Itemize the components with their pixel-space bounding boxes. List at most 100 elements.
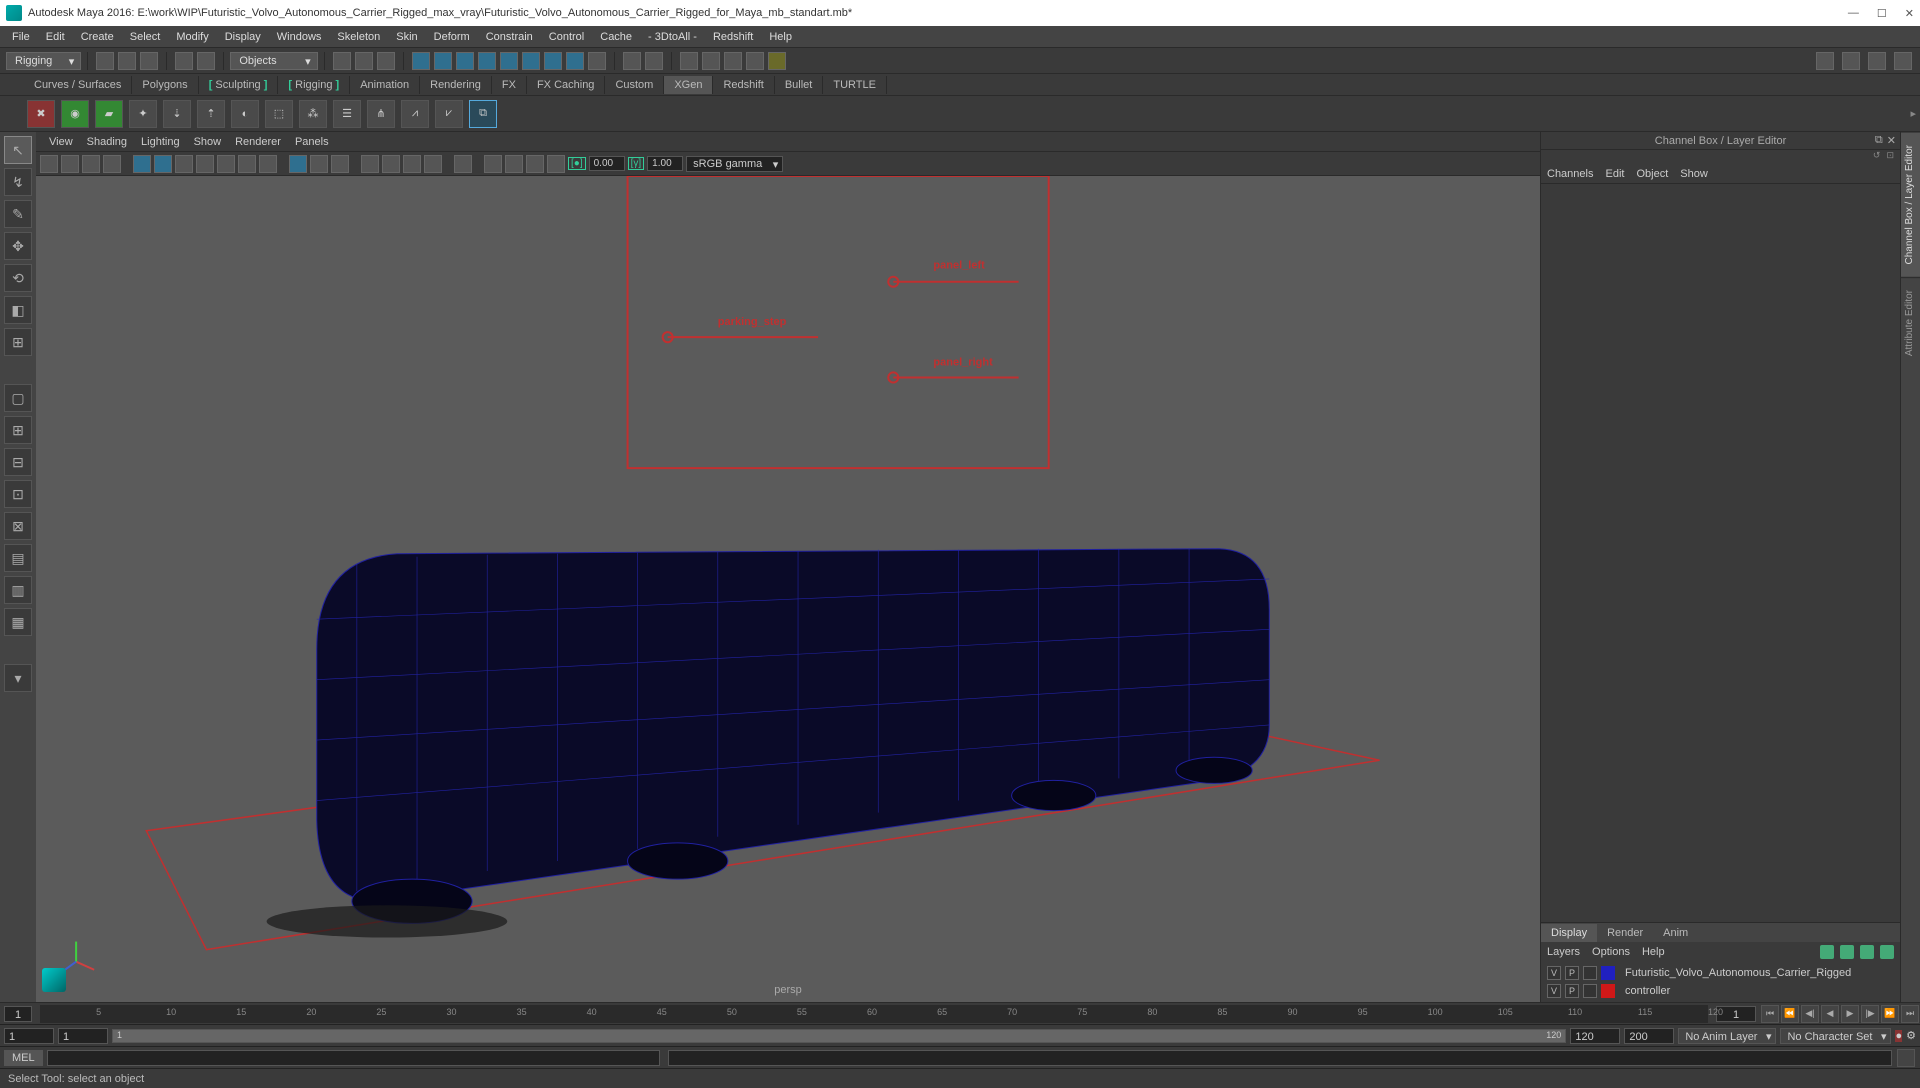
- snap-plane-icon[interactable]: [478, 52, 496, 70]
- shelf-icon[interactable]: ⬚: [265, 100, 293, 128]
- shelf-tab-bullet[interactable]: Bullet: [775, 76, 824, 94]
- vp-icon[interactable]: [61, 155, 79, 173]
- menu-select[interactable]: Select: [122, 31, 169, 43]
- layer-menu-help[interactable]: Help: [1642, 946, 1665, 958]
- move-tool[interactable]: ✥: [4, 232, 32, 260]
- layer-type-toggle[interactable]: P: [1565, 984, 1579, 998]
- maximize-button[interactable]: ☐: [1877, 7, 1887, 20]
- shelf-tab-redshift[interactable]: Redshift: [713, 76, 774, 94]
- layer-button-icon[interactable]: [1880, 945, 1894, 959]
- channel-menu-channels[interactable]: Channels: [1547, 168, 1593, 180]
- shelf-icon[interactable]: ☰: [333, 100, 361, 128]
- vp-icon[interactable]: [196, 155, 214, 173]
- layer-extra-toggle[interactable]: [1583, 984, 1597, 998]
- vp-icon[interactable]: [526, 155, 544, 173]
- anim-layer-dropdown[interactable]: No Anim Layer: [1678, 1028, 1776, 1044]
- shelf-tab-fx[interactable]: FX: [492, 76, 527, 94]
- sel-mask-icon[interactable]: [333, 52, 351, 70]
- shelf-icon[interactable]: ✦: [129, 100, 157, 128]
- menuset-dropdown[interactable]: Rigging: [6, 52, 81, 70]
- snap-point-icon[interactable]: [456, 52, 474, 70]
- channel-menu-show[interactable]: Show: [1680, 168, 1708, 180]
- range-start-field[interactable]: 1: [4, 1028, 54, 1044]
- gamma-field[interactable]: 1.00: [647, 156, 683, 171]
- snap-curve-icon[interactable]: [434, 52, 452, 70]
- snap-grid-icon[interactable]: [412, 52, 430, 70]
- vp-shading-icon[interactable]: [133, 155, 151, 173]
- vp-icon[interactable]: [484, 155, 502, 173]
- layer-button-icon[interactable]: [1840, 945, 1854, 959]
- vp-icon[interactable]: [403, 155, 421, 173]
- menu-skeleton[interactable]: Skeleton: [329, 31, 388, 43]
- layer-type-toggle[interactable]: P: [1565, 966, 1579, 980]
- redo-icon[interactable]: [197, 52, 215, 70]
- open-scene-icon[interactable]: [118, 52, 136, 70]
- vp-menu-renderer[interactable]: Renderer: [228, 136, 288, 148]
- layer-menu-layers[interactable]: Layers: [1547, 946, 1580, 958]
- time-slider[interactable]: 1 51015202530354045505560657075808590951…: [0, 1002, 1920, 1024]
- snap-live-icon[interactable]: [500, 52, 518, 70]
- vp-icon[interactable]: [217, 155, 235, 173]
- shelf-icon[interactable]: ⇣: [163, 100, 191, 128]
- time-track[interactable]: 5101520253035404550556065707580859095100…: [40, 1005, 1708, 1023]
- playback-start-field[interactable]: 1: [58, 1028, 108, 1044]
- close-button[interactable]: ✕: [1905, 7, 1914, 20]
- shelf-icon[interactable]: ◉: [61, 100, 89, 128]
- shelf-icon[interactable]: ⁂: [299, 100, 327, 128]
- save-scene-icon[interactable]: [140, 52, 158, 70]
- sel-mask-icon[interactable]: [355, 52, 373, 70]
- playback-end-field[interactable]: 120: [1570, 1028, 1620, 1044]
- render-icon[interactable]: [680, 52, 698, 70]
- layout-icon[interactable]: ▥: [4, 576, 32, 604]
- script-lang-button[interactable]: MEL: [4, 1050, 43, 1066]
- channel-menu-object[interactable]: Object: [1636, 168, 1668, 180]
- render-settings-icon[interactable]: [724, 52, 742, 70]
- shelf-tab-xgen[interactable]: XGen: [664, 76, 713, 94]
- menu-create[interactable]: Create: [73, 31, 122, 43]
- vp-menu-view[interactable]: View: [42, 136, 80, 148]
- layer-vis-toggle[interactable]: V: [1547, 966, 1561, 980]
- menu-deform[interactable]: Deform: [426, 31, 478, 43]
- shelf-icon[interactable]: ⩗: [435, 100, 463, 128]
- command-input[interactable]: [47, 1050, 660, 1066]
- rotate-tool[interactable]: ⟲: [4, 264, 32, 292]
- range-track[interactable]: 1120: [112, 1029, 1566, 1043]
- colorspace-dropdown[interactable]: sRGB gamma: [686, 156, 783, 172]
- shelf-tab-custom[interactable]: Custom: [605, 76, 664, 94]
- vp-icon[interactable]: [361, 155, 379, 173]
- lasso-tool[interactable]: ↯: [4, 168, 32, 196]
- shelf-icon[interactable]: ⋔: [367, 100, 395, 128]
- go-start-icon[interactable]: ⏮: [1761, 1005, 1779, 1023]
- toggle-panel-icon[interactable]: [1842, 52, 1860, 70]
- vp-light-icon[interactable]: [289, 155, 307, 173]
- ipr-icon[interactable]: [702, 52, 720, 70]
- layer-tab-render[interactable]: Render: [1597, 924, 1653, 942]
- step-fwd-icon[interactable]: ⏩: [1881, 1005, 1899, 1023]
- play-back-icon[interactable]: ◀: [1821, 1005, 1839, 1023]
- exposure-field[interactable]: 0.00: [589, 156, 625, 171]
- step-back-icon[interactable]: ⏪: [1781, 1005, 1799, 1023]
- shelf-tab-fx-caching[interactable]: FX Caching: [527, 76, 605, 94]
- menu-constrain[interactable]: Constrain: [478, 31, 541, 43]
- last-tool[interactable]: ⊞: [4, 328, 32, 356]
- vp-menu-panels[interactable]: Panels: [288, 136, 336, 148]
- vp-shading-icon[interactable]: [154, 155, 172, 173]
- toggle-panel-icon[interactable]: [1816, 52, 1834, 70]
- toggle-panel-icon[interactable]: [1868, 52, 1886, 70]
- layout-icon[interactable]: ▦: [4, 608, 32, 636]
- layer-tab-display[interactable]: Display: [1541, 924, 1597, 942]
- shelf-icon[interactable]: ▰: [95, 100, 123, 128]
- menu-file[interactable]: File: [4, 31, 38, 43]
- vp-icon[interactable]: [259, 155, 277, 173]
- menu-windows[interactable]: Windows: [269, 31, 330, 43]
- character-set-dropdown[interactable]: No Character Set: [1780, 1028, 1891, 1044]
- vp-icon[interactable]: [454, 155, 472, 173]
- undo-icon[interactable]: [175, 52, 193, 70]
- vp-icon[interactable]: [238, 155, 256, 173]
- vp-menu-shading[interactable]: Shading: [80, 136, 134, 148]
- lock-icon[interactable]: [588, 52, 606, 70]
- shelf-tab-animation[interactable]: Animation: [350, 76, 420, 94]
- minimize-button[interactable]: —: [1848, 7, 1859, 20]
- selection-mode-dropdown[interactable]: Objects: [230, 52, 317, 70]
- panel-opt-icon[interactable]: ↺: [1873, 150, 1881, 164]
